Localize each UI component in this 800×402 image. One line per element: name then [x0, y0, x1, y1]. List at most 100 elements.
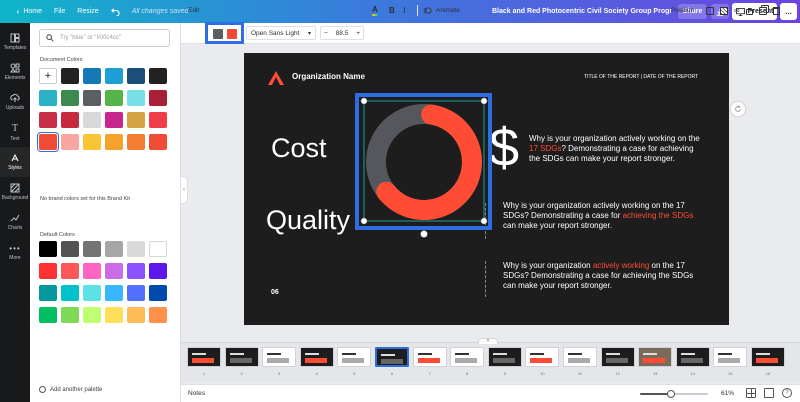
file-menu[interactable]: File [48, 0, 71, 23]
collapse-panel-handle[interactable]: ‹ [181, 176, 188, 204]
home-button[interactable]: ‹ Home [0, 0, 48, 23]
page-thumbnail-3[interactable] [262, 347, 297, 367]
document-color-swatch-0[interactable] [61, 68, 79, 84]
default-color-swatch-11[interactable] [149, 263, 167, 279]
bold-button[interactable]: B [389, 0, 395, 21]
default-color-swatch-22[interactable] [127, 307, 145, 323]
rail-elements[interactable]: Elements [0, 57, 30, 87]
page-thumbnail-13[interactable] [638, 347, 673, 367]
default-color-swatch-10[interactable] [127, 263, 145, 279]
document-color-swatch-11[interactable] [39, 112, 57, 128]
document-color-swatch-3[interactable] [127, 68, 145, 84]
organization-name[interactable]: Organization Name [292, 72, 365, 81]
default-color-swatch-15[interactable] [105, 285, 123, 301]
quality-heading[interactable]: Quality [266, 205, 350, 236]
document-color-swatch-6[interactable] [61, 90, 79, 106]
document-color-swatch-4[interactable] [149, 68, 167, 84]
dollar-sign[interactable]: $ [489, 121, 519, 175]
document-title[interactable]: Black and Red Photocentric Civil Society… [492, 0, 672, 23]
text-color-button[interactable]: A [372, 0, 378, 21]
default-color-swatch-12[interactable] [39, 285, 57, 301]
undo-button[interactable] [105, 0, 126, 23]
donut-chart-selection[interactable] [355, 93, 492, 238]
rail-styles[interactable]: Styles [0, 147, 30, 177]
delete-icon[interactable] [772, 6, 780, 15]
document-color-swatch-13[interactable] [83, 112, 101, 128]
page-thumbnail-4[interactable] [299, 347, 334, 367]
add-color-button[interactable]: + [39, 68, 57, 84]
plus-icon[interactable]: + [356, 30, 360, 37]
page-thumbnail-9[interactable] [487, 347, 522, 367]
resize-handle-tl[interactable] [360, 97, 368, 105]
default-color-swatch-3[interactable] [105, 241, 123, 257]
resize-button[interactable]: Resize [71, 0, 104, 23]
page-thumbnail-7[interactable] [412, 347, 447, 367]
rail-charts[interactable]: Charts [0, 207, 30, 237]
page-thumbnail-16[interactable] [751, 347, 785, 367]
report-header[interactable]: TITLE OF THE REPORT | DATE OF THE REPORT [584, 74, 698, 80]
lock-icon[interactable] [745, 9, 753, 15]
document-color-swatch-10[interactable] [149, 90, 167, 106]
document-color-swatch-5[interactable] [39, 90, 57, 106]
zoom-slider[interactable] [640, 390, 708, 398]
page-thumbnail-2[interactable] [224, 347, 259, 367]
rail-more[interactable]: ••• More [0, 237, 30, 267]
page-thumbnail-5[interactable] [337, 347, 372, 367]
default-color-swatch-9[interactable] [105, 263, 123, 279]
page-thumbnail-15[interactable] [713, 347, 748, 367]
default-color-swatch-13[interactable] [61, 285, 79, 301]
default-color-swatch-1[interactable] [61, 241, 79, 257]
default-color-swatch-20[interactable] [83, 307, 101, 323]
rail-text[interactable]: T Text [0, 117, 30, 147]
refresh-button[interactable] [731, 102, 745, 116]
default-color-swatch-8[interactable] [83, 263, 101, 279]
rail-uploads[interactable]: Uploads [0, 87, 30, 117]
document-color-swatch-20[interactable] [105, 134, 123, 150]
selected-colors-button[interactable] [205, 22, 244, 44]
document-color-swatch-15[interactable] [127, 112, 145, 128]
duplicate-icon[interactable] [758, 6, 767, 15]
document-color-swatch-21[interactable] [127, 134, 145, 150]
paragraph-3[interactable]: Why is your organization actively workin… [503, 261, 703, 291]
document-color-swatch-1[interactable] [83, 68, 101, 84]
transparency-icon[interactable] [720, 6, 728, 15]
document-color-swatch-22[interactable] [149, 134, 167, 150]
default-color-swatch-21[interactable] [105, 307, 123, 323]
default-color-swatch-23[interactable] [149, 307, 167, 323]
document-color-swatch-2[interactable] [105, 68, 123, 84]
document-color-swatch-19[interactable] [83, 134, 101, 150]
resize-handle-br[interactable] [480, 217, 488, 225]
fullscreen-button[interactable] [764, 388, 774, 398]
default-color-swatch-0[interactable] [39, 241, 57, 257]
font-size-stepper[interactable]: − 88.5 + [320, 26, 364, 40]
rail-background[interactable]: Background [0, 177, 30, 207]
document-color-swatch-16[interactable] [149, 112, 167, 128]
document-color-swatch-14[interactable] [105, 112, 123, 128]
page-thumbnail-14[interactable] [675, 347, 710, 367]
paragraph-2[interactable]: Why is your organization actively workin… [503, 201, 703, 231]
format-painter-icon[interactable] [706, 6, 714, 15]
italic-button[interactable]: I [403, 0, 406, 21]
zoom-slider-knob[interactable] [666, 390, 675, 398]
paragraph-1[interactable]: Why is your organization actively workin… [529, 134, 704, 164]
document-color-swatch-9[interactable] [127, 90, 145, 106]
document-color-swatch-18[interactable] [61, 134, 79, 150]
cost-heading[interactable]: Cost [271, 133, 327, 164]
resize-handle-tr[interactable] [480, 97, 488, 105]
add-palette-button[interactable]: Add another palette [39, 386, 102, 393]
default-color-swatch-2[interactable] [83, 241, 101, 257]
page-thumbnail-10[interactable] [525, 347, 560, 367]
help-button[interactable]: ? [782, 388, 792, 398]
default-color-swatch-7[interactable] [61, 263, 79, 279]
page-thumbnail-6[interactable] [375, 347, 409, 367]
page-thumbnail-1[interactable] [187, 347, 221, 367]
page-thumbnail-12[interactable] [600, 347, 635, 367]
color-search-input[interactable]: Try "blue" or "#00c4cc" [39, 29, 170, 47]
default-color-swatch-19[interactable] [61, 307, 79, 323]
zoom-level[interactable]: 61% [721, 390, 734, 397]
default-color-swatch-16[interactable] [127, 285, 145, 301]
default-color-swatch-18[interactable] [39, 307, 57, 323]
position-button[interactable]: Position [671, 0, 694, 21]
default-color-swatch-5[interactable] [149, 241, 167, 257]
page-thumbnail-8[interactable] [450, 347, 485, 367]
